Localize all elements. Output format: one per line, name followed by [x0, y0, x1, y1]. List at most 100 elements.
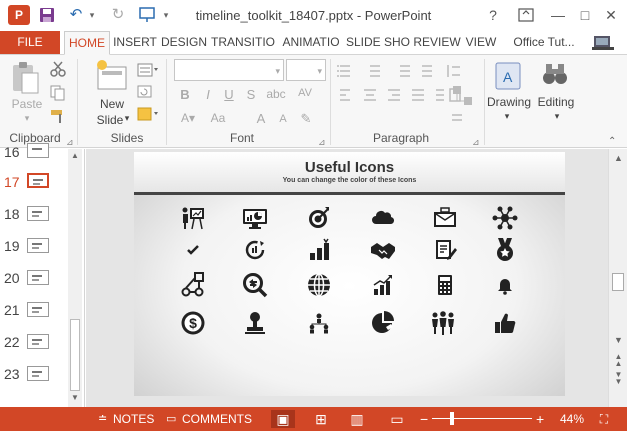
notes-icon[interactable]: ≐: [98, 407, 107, 431]
slide-scroll-thumb[interactable]: [612, 273, 624, 291]
zoom-slider-thumb[interactable]: [450, 412, 454, 425]
reset-slide-icon[interactable]: [137, 85, 153, 102]
slide-thumbnail[interactable]: [27, 334, 49, 349]
ribbon-home: Paste ▾ Clipboard ⊿ New Slide ▾ Slides ▾…: [0, 54, 627, 148]
slide-thumbnail[interactable]: [27, 302, 49, 317]
paste-dropdown-icon[interactable]: ▾: [20, 113, 34, 124]
slide-thumbnail[interactable]: [27, 238, 49, 253]
fit-slide-icon[interactable]: ⛶: [592, 410, 616, 428]
new-slide-label-line1[interactable]: New: [92, 97, 132, 111]
scroll-up-icon[interactable]: ▲: [609, 153, 627, 163]
handshake-icon: [371, 243, 395, 259]
thumbnail-scroll-thumb[interactable]: [70, 319, 80, 391]
new-slide-dropdown-icon[interactable]: ▾: [122, 113, 132, 124]
change-case-button[interactable]: Aa: [208, 111, 228, 125]
tab-design[interactable]: DESIGN: [160, 31, 208, 54]
paragraph-launcher-icon[interactable]: ⊿: [472, 135, 480, 149]
notes-button[interactable]: NOTES: [113, 407, 154, 431]
slide-number: 17: [4, 174, 20, 190]
help-button[interactable]: ?: [483, 5, 503, 25]
cut-icon[interactable]: [50, 61, 66, 80]
slide-vertical-scrollbar[interactable]: ▲ ▼ ▲ ▲ ▼ ▼: [608, 149, 627, 407]
font-size-combobox[interactable]: ▾: [286, 59, 326, 81]
decrease-font-size-button[interactable]: A: [276, 113, 290, 125]
zoom-in-button[interactable]: +: [536, 407, 544, 431]
reading-view-icon[interactable]: ▥: [345, 410, 369, 428]
zoom-level[interactable]: 44%: [560, 407, 584, 431]
bar-chart-icon: [310, 238, 329, 260]
thumbnail-scrollbar[interactable]: ▲ ▼: [68, 149, 82, 407]
paste-button[interactable]: Paste: [10, 97, 44, 111]
clear-formatting-icon[interactable]: ✎: [298, 111, 314, 127]
close-button[interactable]: ✕: [601, 5, 621, 25]
slide-thumbnail-selected[interactable]: [27, 173, 49, 188]
character-spacing-button[interactable]: AV: [292, 87, 318, 99]
strikethrough-button[interactable]: abc: [266, 87, 286, 101]
collapse-ribbon-icon[interactable]: ⌃: [608, 135, 616, 149]
minimize-button[interactable]: —: [548, 5, 568, 25]
editing-button[interactable]: Editing: [532, 95, 580, 109]
font-launcher-icon[interactable]: ⊿: [318, 135, 326, 149]
slide-thumbnail[interactable]: [27, 366, 49, 381]
scroll-down-icon[interactable]: ▼: [609, 335, 627, 345]
drawing-button[interactable]: Drawing: [484, 95, 534, 109]
tab-review[interactable]: REVIEW: [413, 31, 461, 54]
tab-animations[interactable]: ANIMATIO: [279, 31, 343, 54]
copy-icon[interactable]: [50, 85, 66, 104]
font-color-button[interactable]: A▾: [178, 111, 198, 125]
tab-file[interactable]: FILE: [0, 31, 60, 54]
next-slide-icon[interactable]: ▼ ▼: [609, 371, 627, 386]
new-slide-icon[interactable]: [95, 59, 129, 96]
medal-icon: [497, 238, 513, 261]
growth-chart-icon: [373, 275, 392, 295]
editing-dropdown-icon[interactable]: ▾: [550, 111, 564, 122]
comments-icon[interactable]: ▭: [166, 407, 176, 431]
normal-view-icon[interactable]: ▣: [271, 410, 295, 428]
layout-icon[interactable]: [137, 63, 159, 80]
dollar-coin-icon: $: [181, 311, 205, 335]
previous-slide-icon[interactable]: ▲ ▲: [609, 353, 627, 368]
user-account-icon[interactable]: [592, 34, 616, 55]
slide-17[interactable]: Useful Icons You can change the color of…: [134, 152, 565, 396]
slide-sorter-icon[interactable]: ⊞: [309, 410, 333, 428]
font-group-label: Font: [229, 131, 254, 145]
tab-transitions[interactable]: TRANSITIO: [211, 31, 275, 54]
cloud-icon: [372, 211, 395, 225]
convert-smartart-icon[interactable]: [452, 85, 474, 110]
bold-button[interactable]: B: [178, 87, 192, 102]
ribbon-display-options-icon[interactable]: [515, 5, 537, 25]
shadow-button[interactable]: S: [244, 87, 258, 102]
tab-view[interactable]: VIEW: [464, 31, 498, 54]
zoom-out-button[interactable]: −: [420, 407, 428, 431]
restore-button[interactable]: □: [575, 5, 595, 25]
format-painter-icon[interactable]: [50, 108, 66, 127]
slide-number: 23: [4, 366, 20, 382]
svg-text:$: $: [189, 315, 197, 331]
slide-show-icon[interactable]: ▭: [385, 410, 409, 428]
drawing-dropdown-icon[interactable]: ▾: [500, 111, 514, 122]
tab-insert[interactable]: INSERT: [112, 31, 158, 54]
clipboard-launcher-icon[interactable]: ⊿: [66, 135, 74, 149]
scroll-up-icon[interactable]: ▲: [68, 151, 82, 160]
slide-thumbnail[interactable]: [27, 206, 49, 221]
slides-group-label: Slides: [110, 131, 144, 145]
slide-title[interactable]: Useful Icons: [134, 159, 565, 176]
tab-home[interactable]: HOME: [64, 31, 110, 55]
slide-thumbnail[interactable]: [27, 270, 49, 285]
paste-icon[interactable]: [10, 61, 40, 98]
font-name-combobox[interactable]: ▾: [174, 59, 284, 81]
section-icon[interactable]: [137, 107, 159, 124]
increase-font-size-button[interactable]: A: [254, 111, 268, 126]
slide-subtitle[interactable]: You can change the color of these Icons: [134, 177, 565, 184]
underline-button[interactable]: U: [222, 87, 236, 102]
italic-button[interactable]: I: [202, 87, 214, 102]
find-binoculars-icon[interactable]: [541, 61, 569, 90]
shapes-icon[interactable]: A: [494, 61, 522, 94]
comments-button[interactable]: COMMENTS: [182, 407, 252, 431]
scroll-down-icon[interactable]: ▼: [68, 393, 82, 402]
zoom-slider-track[interactable]: [432, 418, 532, 419]
slide-number: 18: [4, 206, 20, 222]
tab-office-tutorials[interactable]: Office Tut...: [506, 31, 582, 54]
slide-thumbnail[interactable]: [27, 143, 49, 158]
tab-slide-show[interactable]: SLIDE SHO: [346, 31, 410, 54]
